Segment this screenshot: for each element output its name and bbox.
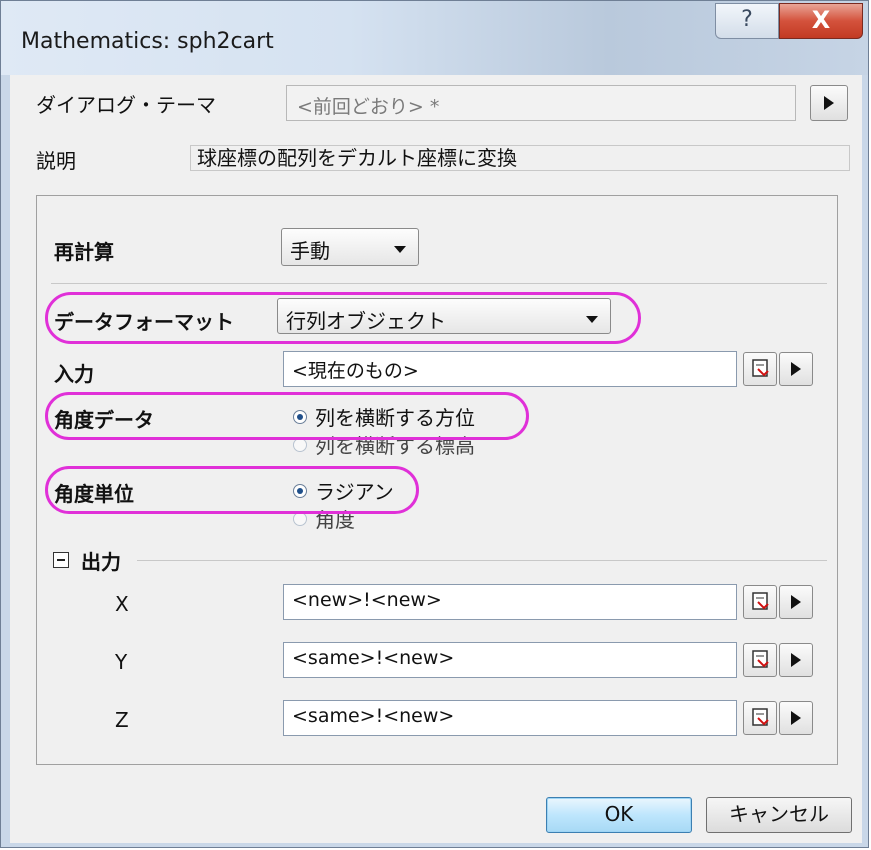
select-range-icon <box>752 592 769 610</box>
output-x-select-button[interactable] <box>743 585 777 619</box>
title-bar[interactable]: Mathematics: sph2cart ? X <box>1 1 868 75</box>
chevron-down-icon <box>394 246 406 253</box>
angle-data-label: 角度データ <box>54 408 154 432</box>
select-range-icon <box>752 650 769 668</box>
separator <box>51 283 827 284</box>
angle-data-radio-azimuth[interactable] <box>293 410 307 424</box>
close-button[interactable]: X <box>779 3 863 39</box>
window-title: Mathematics: sph2cart <box>21 29 274 54</box>
angle-data-option-elevation[interactable]: 列を横断する標高 <box>315 430 475 459</box>
settings-panel: 再計算 手動 データフォーマット 行列オブジェクト 入力 <現在のもの> 角度デ… <box>36 195 838 765</box>
angle-unit-radio-radian[interactable] <box>293 484 307 498</box>
data-format-value: 行列オブジェクト <box>286 309 446 333</box>
output-x-menu-button[interactable] <box>779 585 813 619</box>
output-x-value: <new>!<new> <box>292 589 442 611</box>
play-arrow-icon <box>791 653 801 667</box>
dialog-theme-menu-button[interactable] <box>810 85 848 121</box>
recalc-value: 手動 <box>290 239 330 263</box>
output-y-value: <same>!<new> <box>292 647 455 669</box>
close-icon: X <box>811 6 831 34</box>
output-y-field[interactable]: <same>!<new> <box>283 642 737 678</box>
output-z-select-button[interactable] <box>743 701 777 735</box>
recalc-label: 再計算 <box>54 240 114 264</box>
angle-unit-label: 角度単位 <box>54 482 134 506</box>
help-button[interactable]: ? <box>715 3 779 39</box>
output-z-value: <same>!<new> <box>292 705 455 727</box>
dialog-body: ダイアログ・テーマ <前回どおり> * 説明 球座標の配列をデカルト座標に変換 … <box>10 75 862 843</box>
separator <box>137 560 827 561</box>
select-range-icon <box>752 359 769 377</box>
output-y-label: Y <box>115 650 128 674</box>
description-label: 説明 <box>36 149 76 173</box>
ok-button[interactable]: OK <box>546 797 692 833</box>
data-format-dropdown[interactable]: 行列オブジェクト <box>277 298 611 334</box>
output-label: 出力 <box>81 550 121 574</box>
angle-unit-option-radian[interactable]: ラジアン <box>315 476 394 505</box>
play-arrow-icon <box>791 595 801 609</box>
play-arrow-icon <box>791 362 801 376</box>
dialog-window: Mathematics: sph2cart ? X ダイアログ・テーマ <前回ど… <box>0 0 869 848</box>
output-z-menu-button[interactable] <box>779 701 813 735</box>
recalc-dropdown[interactable]: 手動 <box>281 228 419 266</box>
description-value: 球座標の配列をデカルト座標に変換 <box>197 146 517 170</box>
angle-unit-radio-degree[interactable] <box>293 512 307 526</box>
dialog-theme-label: ダイアログ・テーマ <box>36 93 216 117</box>
play-arrow-icon <box>791 711 801 725</box>
output-y-menu-button[interactable] <box>779 643 813 677</box>
dialog-theme-field[interactable]: <前回どおり> * <box>286 85 796 121</box>
select-range-icon <box>752 708 769 726</box>
input-select-button[interactable] <box>743 352 777 386</box>
output-x-field[interactable]: <new>!<new> <box>283 584 737 620</box>
input-menu-button[interactable] <box>779 352 813 386</box>
angle-data-radio-elevation[interactable] <box>293 438 307 452</box>
play-arrow-icon <box>824 96 834 110</box>
output-z-field[interactable]: <same>!<new> <box>283 700 737 736</box>
angle-data-option-azimuth[interactable]: 列を横断する方位 <box>315 402 475 431</box>
dialog-theme-value: <前回どおり> * <box>297 96 440 118</box>
output-x-label: X <box>115 592 129 616</box>
description-field: 球座標の配列をデカルト座標に変換 <box>190 145 850 171</box>
collapse-output-icon[interactable] <box>53 552 69 568</box>
input-value: <現在のもの> <box>292 360 419 382</box>
angle-unit-option-degree[interactable]: 角度 <box>315 504 355 533</box>
data-format-label: データフォーマット <box>54 310 234 334</box>
input-label: 入力 <box>54 362 94 386</box>
input-field[interactable]: <現在のもの> <box>283 351 737 387</box>
chevron-down-icon <box>586 316 598 323</box>
output-y-select-button[interactable] <box>743 643 777 677</box>
output-z-label: Z <box>115 708 129 732</box>
help-icon: ? <box>741 7 753 32</box>
cancel-button[interactable]: キャンセル <box>706 797 852 833</box>
